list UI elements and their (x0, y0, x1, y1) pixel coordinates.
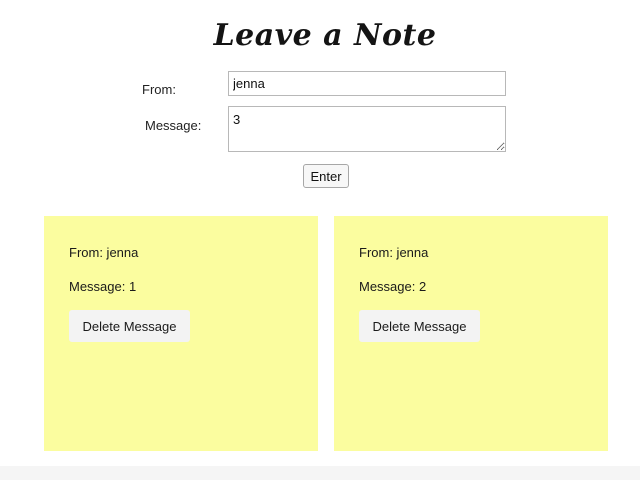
message-label: Message: (145, 118, 202, 133)
delete-message-button[interactable]: Delete Message (69, 310, 190, 342)
note-from: From: jenna (69, 245, 139, 260)
page-title: Leave a Note (213, 18, 437, 53)
from-input[interactable] (228, 71, 506, 96)
enter-button[interactable]: Enter (303, 164, 349, 188)
note-message: Message: 1 (69, 279, 137, 294)
delete-message-button[interactable]: Delete Message (359, 310, 480, 342)
bottom-divider (0, 466, 640, 480)
from-label: From: (142, 82, 176, 97)
note-message: Message: 2 (359, 279, 427, 294)
message-textarea[interactable]: 3 (228, 106, 506, 152)
note-card: From: jenna Message: 2 Delete Message (334, 216, 608, 451)
note-card: From: jenna Message: 1 Delete Message (44, 216, 318, 451)
note-from: From: jenna (359, 245, 429, 260)
